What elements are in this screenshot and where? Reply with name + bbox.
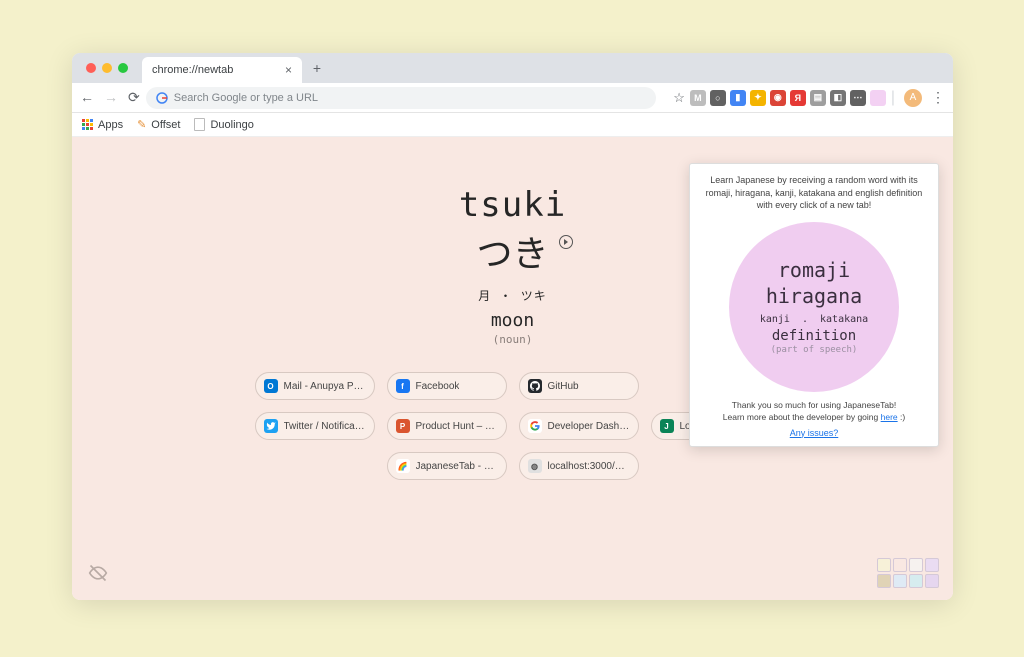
theme-swatch[interactable] (925, 558, 939, 572)
omnibox-placeholder: Search Google or type a URL (174, 92, 318, 104)
shortcut-icon: ◍ (528, 459, 542, 473)
apps-button[interactable]: Apps (82, 119, 123, 131)
window-maximize-button[interactable] (118, 63, 128, 73)
offset-icon: ✎ (137, 118, 146, 131)
theme-palette (877, 558, 939, 588)
legend-romaji: romaji (778, 258, 850, 282)
shortcut-label: JapaneseTab - Chrome (416, 461, 498, 472)
tab-title: chrome://newtab (152, 64, 233, 76)
bookmark-item[interactable]: Duolingo (194, 118, 253, 131)
play-audio-button[interactable] (559, 235, 573, 249)
bookmark-label: Duolingo (210, 119, 253, 131)
browser-window: chrome://newtab × + ← → ⟳ Search Google … (72, 53, 953, 600)
shortcut-chip[interactable]: O Mail - Anupya Pamidim (255, 372, 375, 400)
apps-label: Apps (98, 119, 123, 131)
theme-swatch[interactable] (909, 558, 923, 572)
theme-swatch[interactable] (877, 558, 891, 572)
extension-icons: M○▮✦◉Я▤◧⋯ (690, 90, 886, 106)
shortcut-chip[interactable]: ◍ localhost:3000/year-ent (519, 452, 639, 480)
word-kanji: 月 (478, 289, 491, 303)
shortcut-icon (528, 379, 542, 393)
extension-icon[interactable]: ✦ (750, 90, 766, 106)
shortcut-label: localhost:3000/year-ent (548, 461, 630, 472)
nav-buttons: ← → ⟳ (80, 89, 140, 106)
shortcut-label: Twitter / Notifications (284, 421, 366, 432)
theme-swatch[interactable] (893, 574, 907, 588)
shortcut-chip[interactable]: Twitter / Notifications (255, 412, 375, 440)
extension-popup: Learn Japanese by receiving a random wor… (689, 163, 939, 447)
bookmark-item[interactable]: ✎ Offset (137, 118, 180, 131)
shortcut-icon: P (396, 419, 410, 433)
extension-icon[interactable]: ○ (710, 90, 726, 106)
visibility-toggle-icon[interactable] (88, 563, 108, 588)
word-katakana: ツキ (521, 289, 547, 303)
legend-hiragana: hiragana (766, 284, 862, 308)
legend-definition: definition (772, 328, 856, 344)
back-button[interactable]: ← (80, 89, 94, 106)
shortcut-icon (264, 419, 278, 433)
shortcut-icon: f (396, 379, 410, 393)
extension-icon[interactable]: ▤ (810, 90, 826, 106)
reload-button[interactable]: ⟳ (128, 89, 140, 106)
word-hiragana: つき (476, 234, 548, 275)
shortcut-label: Mail - Anupya Pamidim (284, 381, 366, 392)
shortcut-chip[interactable]: 🌈 JapaneseTab - Chrome (387, 452, 507, 480)
shortcut-label: Developer Dashboard - (548, 421, 630, 432)
issues-link[interactable]: Any issues? (790, 428, 839, 438)
theme-swatch[interactable] (893, 558, 907, 572)
developer-link[interactable]: here (881, 412, 898, 422)
shortcut-chip[interactable]: f Facebook (387, 372, 507, 400)
page-icon (194, 118, 205, 131)
theme-swatch[interactable] (925, 574, 939, 588)
toolbar-right: ☆ M○▮✦◉Я▤◧⋯ | A ⋮ (673, 89, 945, 107)
shortcut-icon: 🌈 (396, 459, 410, 473)
shortcut-icon: O (264, 379, 278, 393)
shortcut-chip[interactable]: GitHub (519, 372, 639, 400)
bookmarks-bar: Apps ✎ Offset Duolingo (72, 113, 953, 137)
word-hiragana-row: つき (476, 225, 548, 277)
theme-swatch[interactable] (877, 574, 891, 588)
shortcut-icon (528, 419, 542, 433)
browser-tab[interactable]: chrome://newtab × (142, 57, 302, 83)
legend-pos: (part of speech) (771, 345, 858, 355)
shortcut-label: GitHub (548, 381, 579, 392)
window-close-button[interactable] (86, 63, 96, 73)
forward-button[interactable]: → (104, 89, 118, 106)
extension-icon[interactable]: ▮ (730, 90, 746, 106)
toolbar: ← → ⟳ Search Google or type a URL ☆ M○▮✦… (72, 83, 953, 113)
shortcut-label: Product Hunt – The bes (416, 421, 498, 432)
kebab-menu-icon[interactable]: ⋮ (931, 89, 945, 106)
address-bar[interactable]: Search Google or type a URL (146, 87, 656, 109)
extension-icon[interactable]: ⋯ (850, 90, 866, 106)
shortcut-chip[interactable]: P Product Hunt – The bes (387, 412, 507, 440)
google-icon (156, 92, 168, 104)
extension-icon[interactable]: M (690, 90, 706, 106)
legend-kanji-katakana: kanji . katakana (760, 314, 868, 325)
profile-avatar[interactable]: A (904, 89, 922, 107)
theme-swatch[interactable] (909, 574, 923, 588)
extension-icon[interactable]: ◧ (830, 90, 846, 106)
traffic-lights (80, 63, 134, 73)
page-content: tsuki つき 月 ・ ツキ moon (noun) OMail - Anup… (72, 137, 953, 600)
bookmark-label: Offset (151, 119, 180, 131)
popup-intro: Learn Japanese by receiving a random wor… (702, 174, 926, 212)
extension-icon[interactable]: Я (790, 90, 806, 106)
popup-thanks: Thank you so much for using JapaneseTab!… (702, 400, 926, 424)
tab-strip: chrome://newtab × + (72, 53, 953, 83)
extension-icon[interactable]: ◉ (770, 90, 786, 106)
apps-grid-icon (82, 119, 93, 130)
shortcut-icon: J (660, 419, 674, 433)
dot-separator: ・ (499, 289, 512, 303)
new-tab-button[interactable]: + (306, 57, 328, 79)
extension-icon[interactable] (870, 90, 886, 106)
shortcut-chip[interactable]: Developer Dashboard - (519, 412, 639, 440)
close-icon[interactable]: × (285, 63, 292, 77)
shortcut-label: Facebook (416, 381, 460, 392)
bookmark-star-icon[interactable]: ☆ (673, 90, 685, 106)
popup-legend-circle: romaji hiragana kanji . katakana definit… (729, 222, 899, 392)
window-minimize-button[interactable] (102, 63, 112, 73)
